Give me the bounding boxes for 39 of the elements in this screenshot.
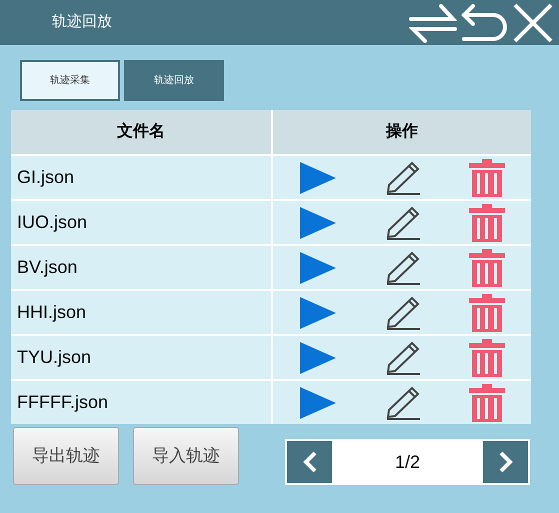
play-icon[interactable] bbox=[299, 206, 337, 240]
edit-icon[interactable] bbox=[385, 250, 421, 284]
edit-icon[interactable] bbox=[385, 340, 421, 374]
trash-icon[interactable] bbox=[468, 248, 506, 286]
table-cell: FFFFF.json bbox=[11, 381, 271, 424]
table-cell: BV.json bbox=[11, 246, 271, 289]
play-icon[interactable] bbox=[299, 386, 337, 420]
action-button[interactable]: 导出轨迹 bbox=[13, 427, 119, 485]
play-icon[interactable] bbox=[299, 340, 337, 374]
page-indicator: 1/2 bbox=[394, 450, 422, 474]
column-header: 操作 bbox=[273, 110, 531, 154]
switch-icon[interactable] bbox=[409, 2, 457, 42]
trash-icon[interactable] bbox=[468, 338, 506, 376]
table-cell: IUO.json bbox=[11, 201, 271, 244]
play-icon[interactable] bbox=[299, 250, 337, 284]
close-icon[interactable] bbox=[511, 2, 555, 42]
column-header: 文件名 bbox=[11, 110, 271, 154]
trash-icon[interactable] bbox=[468, 204, 506, 242]
trash-icon[interactable] bbox=[468, 158, 506, 196]
play-icon[interactable] bbox=[299, 296, 337, 330]
window-title: 轨迹回放 bbox=[52, 12, 112, 32]
table-cell: GI.json bbox=[11, 156, 271, 199]
next-page-button[interactable] bbox=[483, 441, 528, 483]
action-button[interactable]: 导入轨迹 bbox=[133, 427, 239, 485]
chevron-left-icon bbox=[302, 451, 316, 473]
edit-icon[interactable] bbox=[385, 296, 421, 330]
chevron-right-icon bbox=[498, 451, 512, 473]
edit-icon[interactable] bbox=[385, 206, 421, 240]
previous-page-button[interactable] bbox=[287, 441, 332, 483]
trash-icon[interactable] bbox=[468, 294, 506, 332]
table-cell: TYU.json bbox=[11, 336, 271, 379]
play-icon[interactable] bbox=[299, 160, 337, 194]
undo-icon[interactable] bbox=[461, 2, 507, 42]
edit-icon[interactable] bbox=[385, 160, 421, 194]
tab[interactable]: 轨迹回放 bbox=[124, 60, 224, 101]
table-cell: HHI.json bbox=[11, 291, 271, 334]
edit-icon[interactable] bbox=[385, 386, 421, 420]
trash-icon[interactable] bbox=[468, 384, 506, 422]
tab[interactable]: 轨迹采集 bbox=[20, 60, 120, 101]
